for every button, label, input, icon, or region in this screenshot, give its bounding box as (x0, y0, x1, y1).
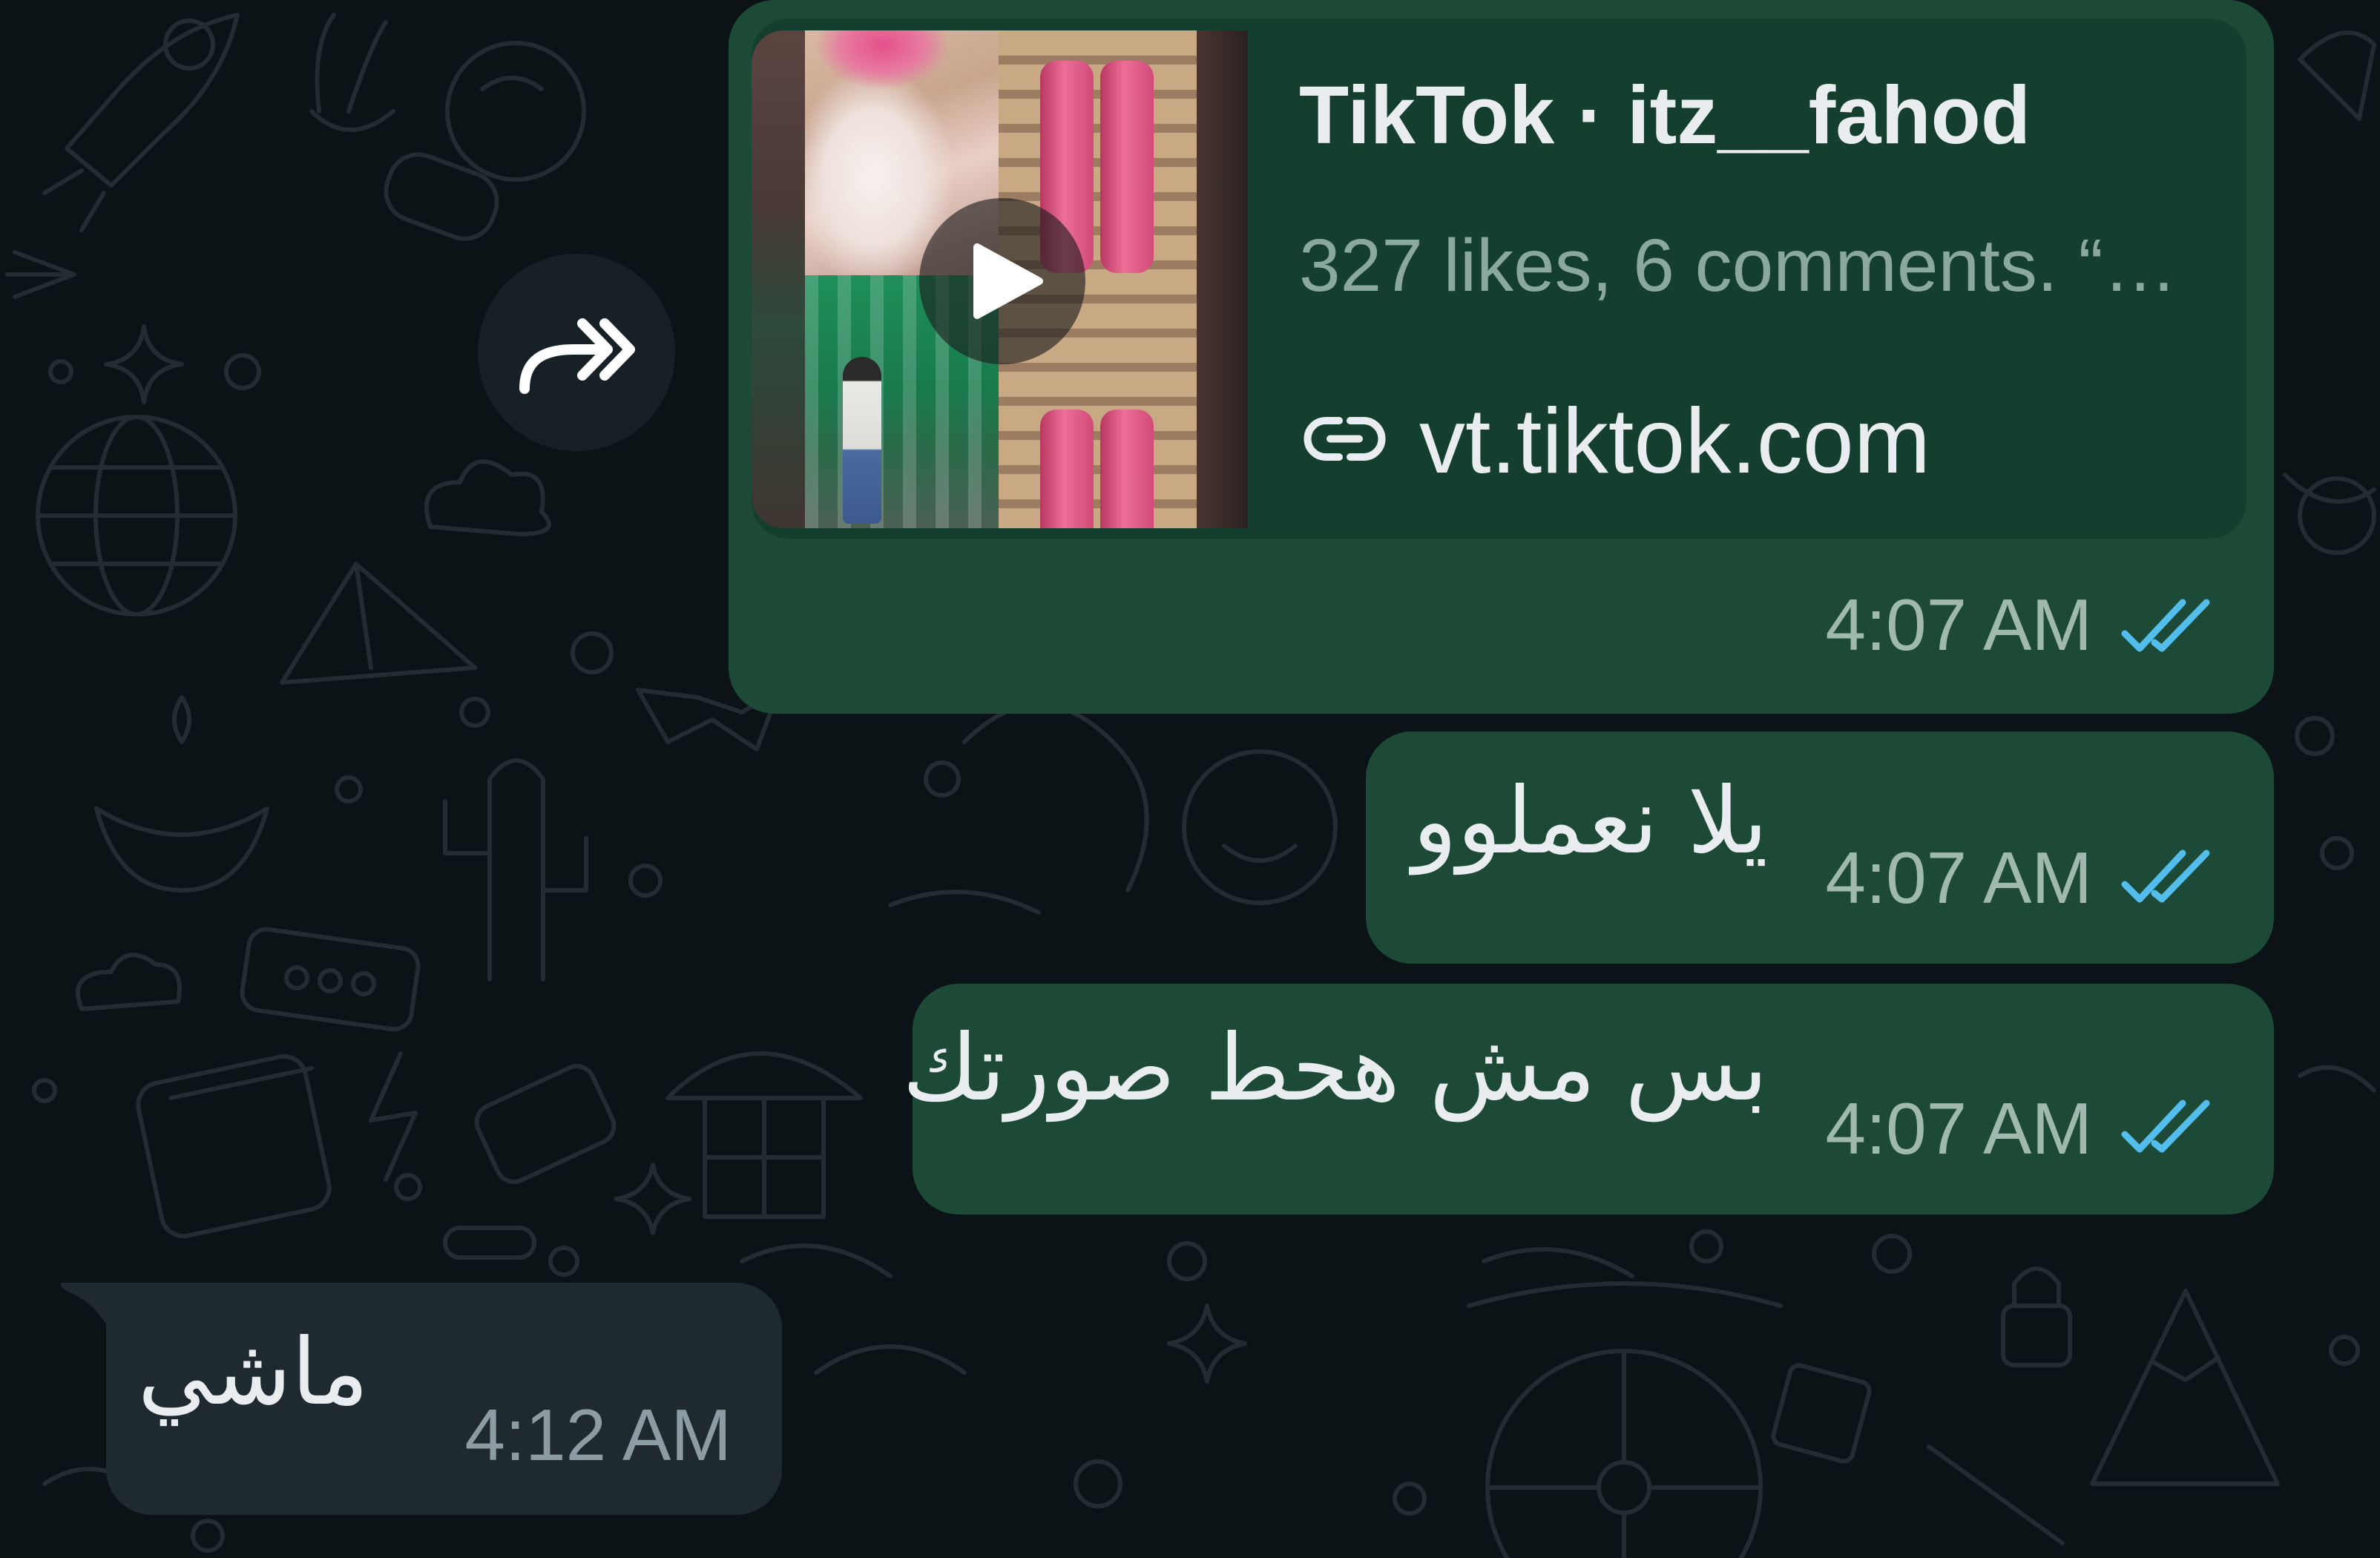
play-icon[interactable] (919, 198, 1085, 364)
link-thumbnail[interactable] (752, 30, 1248, 528)
message-time: 4:12 AM (464, 1394, 732, 1476)
link-preview-domain[interactable]: vt.tiktok.com (1419, 389, 1930, 495)
thumbnail-fragment (752, 30, 805, 528)
link-preview-title: TikTok · itz__fahod (1299, 70, 2031, 161)
double-check-icon (2121, 849, 2210, 903)
message-time: 4:07 AM (1825, 1088, 2092, 1169)
message-time: 4:07 AM (1825, 837, 2092, 918)
thumbnail-fragment (1100, 61, 1154, 273)
outgoing-message[interactable]: بس مش هحط صورتك 4:07 AM (902, 984, 2274, 1214)
message-text: بس مش هحط صورتك (902, 1015, 1768, 1122)
message-time: 4:07 AM (1825, 584, 2092, 665)
link-icon (1304, 417, 1386, 461)
double-check-icon (2121, 599, 2210, 652)
outgoing-message-link[interactable]: TikTok · itz__fahod 327 likes, 6 comment… (729, 0, 2274, 714)
forward-button[interactable] (478, 254, 675, 451)
message-text: يلا نعملوو (1413, 768, 1768, 875)
incoming-message[interactable]: ماشي 4:12 AM (61, 1283, 782, 1515)
message-text: ماشي (137, 1319, 369, 1426)
chat-screen: TikTok · itz__fahod 327 likes, 6 comment… (0, 0, 2380, 1558)
link-preview-description: 327 likes, 6 comments. “… (1299, 224, 2177, 307)
thumbnail-fragment (843, 357, 881, 524)
bubble-tail (61, 1283, 113, 1338)
outgoing-message[interactable]: يلا نعملوو 4:07 AM (1366, 732, 2274, 964)
link-preview-card[interactable]: TikTok · itz__fahod 327 likes, 6 comment… (752, 19, 2246, 539)
thumbnail-fragment (1100, 410, 1154, 528)
thumbnail-fragment (1040, 410, 1094, 528)
double-check-icon (2121, 1100, 2210, 1153)
forward-icon (519, 318, 635, 394)
thumbnail-fragment (1197, 30, 1248, 528)
